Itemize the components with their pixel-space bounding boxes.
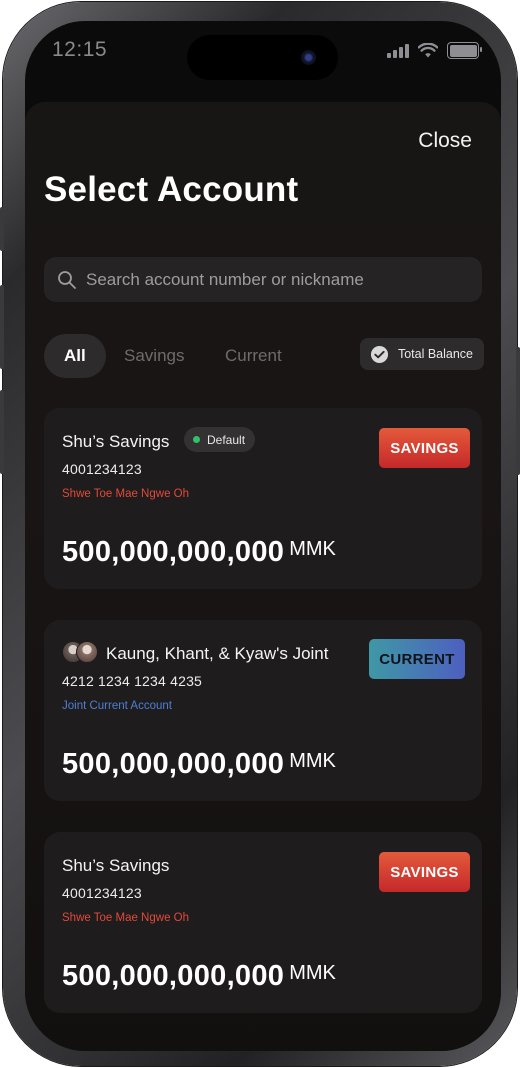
total-balance-label: Total Balance <box>397 347 473 361</box>
battery-icon <box>447 42 482 59</box>
account-card[interactable]: Shu’s Savings Default 4001234123 Shwe To… <box>44 408 482 589</box>
account-type-tag: SAVINGS <box>379 852 470 892</box>
status-time: 12:15 <box>52 38 108 61</box>
default-badge: Default <box>184 427 256 452</box>
check-circle-icon <box>370 345 388 363</box>
account-balance: 500,000,000,000 MMK <box>62 536 336 569</box>
balance-amount: 500,000,000,000 <box>62 536 285 568</box>
account-product-name: Joint Current Account <box>62 700 172 712</box>
avatar <box>76 641 98 663</box>
select-account-sheet: Close Select Account All Savings Current <box>25 102 501 1051</box>
account-card[interactable]: Kaung, Khant, & Kyaw's Joint 4212 1234 1… <box>44 620 482 801</box>
balance-currency: MMK <box>289 750 336 772</box>
status-dot-icon <box>193 436 200 443</box>
cellular-signal-icon <box>387 43 409 58</box>
dynamic-island <box>187 35 338 80</box>
tab-current[interactable]: Current <box>205 334 302 378</box>
close-button[interactable]: Close <box>418 129 472 153</box>
balance-amount: 500,000,000,000 <box>62 748 285 780</box>
phone-frame: 12:15 Close Select Account Search accoun… <box>0 2 520 1066</box>
total-balance-toggle[interactable]: Total Balance <box>359 338 484 370</box>
action-button <box>0 207 4 251</box>
filter-bar: All Savings Current Total Balance <box>44 334 484 378</box>
camera-icon <box>301 50 316 65</box>
search-input[interactable] <box>86 269 446 290</box>
search-icon <box>58 270 76 289</box>
tab-savings[interactable]: Savings <box>104 334 204 378</box>
volume-down-button <box>0 390 4 474</box>
account-product-name: Shwe Toe Mae Ngwe Oh <box>62 488 189 500</box>
account-card[interactable]: Shu’s Savings 4001234123 Shwe Toe Mae Ng… <box>44 832 482 1013</box>
balance-currency: MMK <box>289 538 336 560</box>
balance-amount: 500,000,000,000 <box>62 960 285 992</box>
default-badge-label: Default <box>207 432 246 447</box>
account-balance: 500,000,000,000 MMK <box>62 960 336 993</box>
status-bar: 12:15 <box>25 21 501 83</box>
account-number: 4212 1234 1234 4235 <box>62 673 203 689</box>
page-title: Select Account <box>44 170 299 209</box>
account-name: Shu’s Savings <box>62 432 170 451</box>
balance-currency: MMK <box>289 962 336 984</box>
search-bar[interactable] <box>44 257 482 302</box>
volume-up-button <box>0 285 4 369</box>
account-name: Shu’s Savings <box>62 856 170 875</box>
account-name: Kaung, Khant, & Kyaw's Joint <box>106 644 329 663</box>
wifi-icon <box>418 43 438 58</box>
account-number: 4001234123 <box>62 885 142 901</box>
status-icons <box>387 42 482 59</box>
account-type-tag: SAVINGS <box>379 428 470 468</box>
joint-owner-avatars <box>62 641 102 665</box>
phone-screen: 12:15 Close Select Account Search accoun… <box>25 21 501 1051</box>
tab-all[interactable]: All <box>44 334 106 378</box>
power-button <box>516 347 520 475</box>
account-balance: 500,000,000,000 MMK <box>62 748 336 781</box>
account-type-tag: CURRENT <box>369 639 465 679</box>
account-number: 4001234123 <box>62 461 142 477</box>
account-product-name: Shwe Toe Mae Ngwe Oh <box>62 912 189 924</box>
